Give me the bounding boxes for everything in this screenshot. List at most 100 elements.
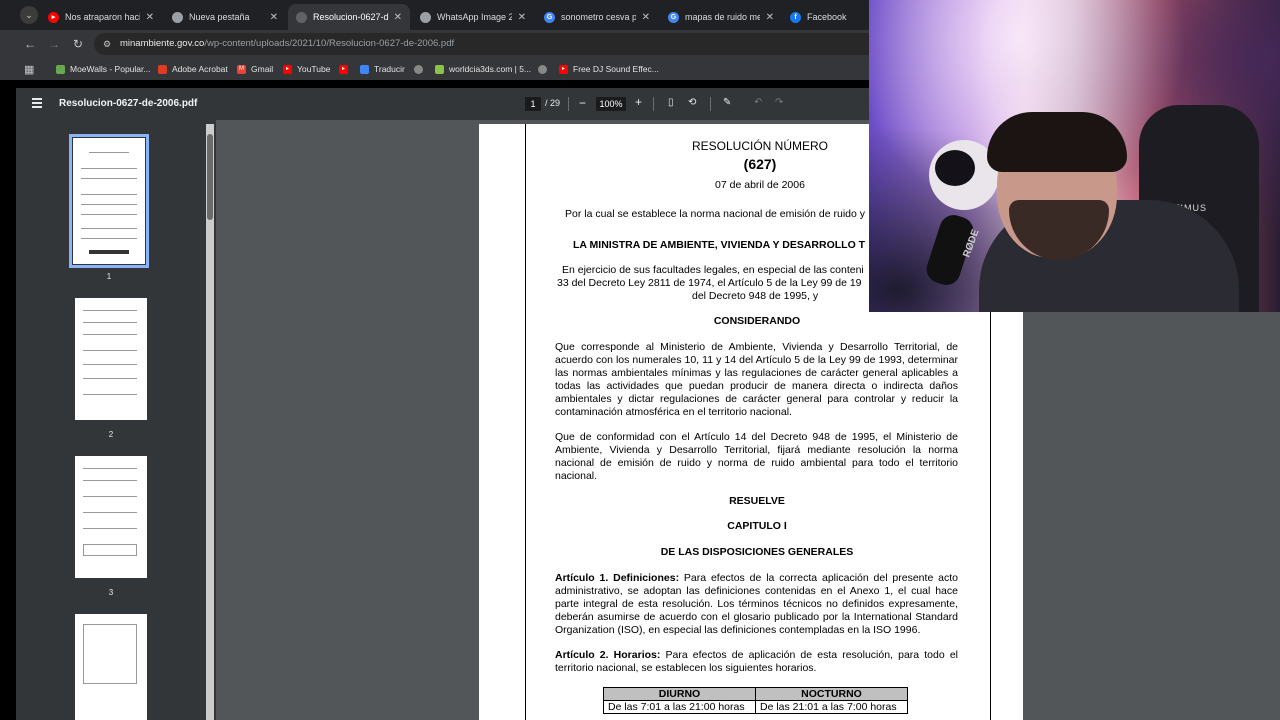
apps-grid-icon[interactable]: ▦ <box>24 62 34 76</box>
bookmark-label: Adobe Acrobat <box>172 64 228 74</box>
tab-6[interactable]: f Facebook <box>782 4 872 30</box>
webcam-overlay: OPTIMUS RØDE <box>869 0 1280 312</box>
menu-icon[interactable] <box>32 98 42 108</box>
youtube-icon: ▸ <box>339 64 348 74</box>
close-icon[interactable]: ✕ <box>518 12 526 23</box>
page-number-input[interactable]: 1 <box>525 97 541 111</box>
person-hair <box>987 112 1127 172</box>
thumbnail-page-4[interactable] <box>75 614 147 720</box>
google-icon: G <box>544 11 555 23</box>
fit-page-icon[interactable]: ▯ <box>668 97 674 108</box>
globe-icon <box>296 11 307 23</box>
rotate-icon[interactable]: ⟲ <box>688 97 696 108</box>
bookmark-free-dj[interactable]: ▸ Free DJ Sound Effec... <box>559 62 659 76</box>
redo-icon[interactable]: ↷ <box>775 97 783 108</box>
bookmark-moewalls[interactable]: MoeWalls - Popular... <box>56 62 150 76</box>
thumbnail-page-1[interactable] <box>69 134 149 268</box>
close-icon[interactable]: ✕ <box>270 12 278 23</box>
back-icon[interactable]: ← <box>22 36 38 52</box>
undo-icon[interactable]: ↶ <box>754 97 762 108</box>
tab-3[interactable]: WhatsApp Image 202 ✕ <box>412 4 534 30</box>
forward-icon[interactable]: → <box>46 36 62 52</box>
paragraph-2: Que de conformidad con el Artículo 14 de… <box>555 431 958 482</box>
url-host: minambiente.gov.co <box>120 38 205 49</box>
chapter-title: DE LAS DISPOSICIONES GENERALES <box>660 546 854 558</box>
thumbnail-page-2[interactable] <box>75 298 147 420</box>
article-1: Artículo 1. Definiciones: Para efectos d… <box>555 572 958 637</box>
considering-heading: CONSIDERANDO <box>713 315 801 327</box>
annotate-icon[interactable]: ✎ <box>723 97 731 108</box>
table-cell: De las 21:01 a las 7:00 horas <box>755 700 908 714</box>
globe-icon <box>414 64 423 74</box>
tab-1[interactable]: Nueva pestaña ✕ <box>164 4 286 30</box>
pdf-title: Resolucion-0627-de-2006.pdf <box>59 98 198 109</box>
table-header: NOCTURNO <box>755 687 908 701</box>
bookmark-gmail[interactable]: M Gmail <box>237 62 273 76</box>
facebook-icon: f <box>790 11 801 23</box>
chapter-heading: CAPITULO I <box>727 520 787 532</box>
globe-icon <box>420 11 431 23</box>
bookmark-globe[interactable] <box>414 62 428 76</box>
divider <box>653 97 654 111</box>
tab-2[interactable]: Resolucion-0627-de- ✕ <box>288 4 410 30</box>
bookmark-worldcia3ds[interactable]: worldcia3ds.com | 5... <box>435 62 531 76</box>
table-header: DIURNO <box>603 687 756 701</box>
google-icon: G <box>668 11 679 23</box>
tab-title: Nos atraparon hacie <box>65 12 140 22</box>
acrobat-icon <box>158 64 167 74</box>
globe-icon <box>538 64 547 74</box>
sidebar-scrollbar[interactable] <box>206 124 214 720</box>
bookmark-adobe-acrobat[interactable]: Adobe Acrobat <box>158 62 228 76</box>
site-info-icon[interactable]: ⚙ <box>103 39 113 49</box>
bookmark-globe-2[interactable] <box>538 62 552 76</box>
url-path: /wp-content/uploads/2021/10/Resolucion-0… <box>204 38 455 49</box>
article-2: Artículo 2. Horarios: Para efectos de ap… <box>555 649 958 675</box>
bookmark-label: worldcia3ds.com | 5... <box>449 64 532 74</box>
tab-4[interactable]: G sonometro cesva pre ✕ <box>536 4 658 30</box>
tab-title: Nueva pestaña <box>189 12 250 22</box>
tab-title: Facebook <box>807 12 847 22</box>
table-cell: De las 7:01 a las 21:00 horas <box>603 700 756 714</box>
youtube-icon: ▸ <box>48 11 59 23</box>
thumbnail-number: 1 <box>106 272 112 281</box>
tab-title: sonometro cesva pre <box>561 12 636 22</box>
bookmark-youtube-2[interactable]: ▸ <box>339 62 353 76</box>
zoom-level-input[interactable]: 100% <box>596 97 626 111</box>
zoom-in-icon[interactable]: + <box>635 95 642 109</box>
bookmark-label: Gmail <box>251 64 274 74</box>
youtube-icon: ▸ <box>283 64 292 74</box>
bookmark-label: YouTube <box>297 64 331 74</box>
bookmark-label: Free DJ Sound Effec... <box>573 64 659 74</box>
tab-title: mapas de ruido med <box>685 12 760 22</box>
divider <box>710 97 711 111</box>
hours-table: DIURNO NOCTURNO De las 7:01 a las 21:00 … <box>603 687 908 714</box>
bookmark-traducir[interactable]: Traducir <box>360 62 405 76</box>
moewalls-icon <box>56 64 65 74</box>
tab-0[interactable]: ▸ Nos atraparon hacie ✕ <box>40 4 162 30</box>
thumbnail-number: 2 <box>108 430 114 439</box>
thumbnail-sidebar: 1 2 3 <box>16 120 216 720</box>
close-icon[interactable]: ✕ <box>394 12 402 23</box>
reload-icon[interactable]: ↻ <box>70 36 86 52</box>
close-icon[interactable]: ✕ <box>146 12 154 23</box>
bookmark-youtube[interactable]: ▸ YouTube <box>283 62 330 76</box>
divider <box>568 97 569 111</box>
plush-toy-detail <box>935 150 975 186</box>
zoom-out-icon[interactable]: − <box>579 96 586 110</box>
tab-search-icon[interactable]: ⌄ <box>20 6 38 24</box>
youtube-icon: ▸ <box>559 64 568 74</box>
chrome-icon <box>172 11 183 23</box>
tab-5[interactable]: G mapas de ruido med ✕ <box>660 4 782 30</box>
thumbnail-number: 3 <box>108 588 114 597</box>
thumbnail-page-3[interactable] <box>75 456 147 578</box>
bookmark-label: MoeWalls - Popular... <box>70 64 151 74</box>
article-2-label: Artículo 2. Horarios: <box>555 649 661 661</box>
close-icon[interactable]: ✕ <box>766 12 774 23</box>
worldcia3ds-icon <box>435 64 444 74</box>
resolves-heading: RESUELVE <box>729 495 785 507</box>
scrollbar-thumb[interactable] <box>207 134 213 220</box>
address-bar[interactable]: ⚙ minambiente.gov.co/wp-content/uploads/… <box>94 33 894 55</box>
page-total: / 29 <box>545 98 561 108</box>
tab-title: Resolucion-0627-de- <box>313 12 388 22</box>
close-icon[interactable]: ✕ <box>642 12 650 23</box>
